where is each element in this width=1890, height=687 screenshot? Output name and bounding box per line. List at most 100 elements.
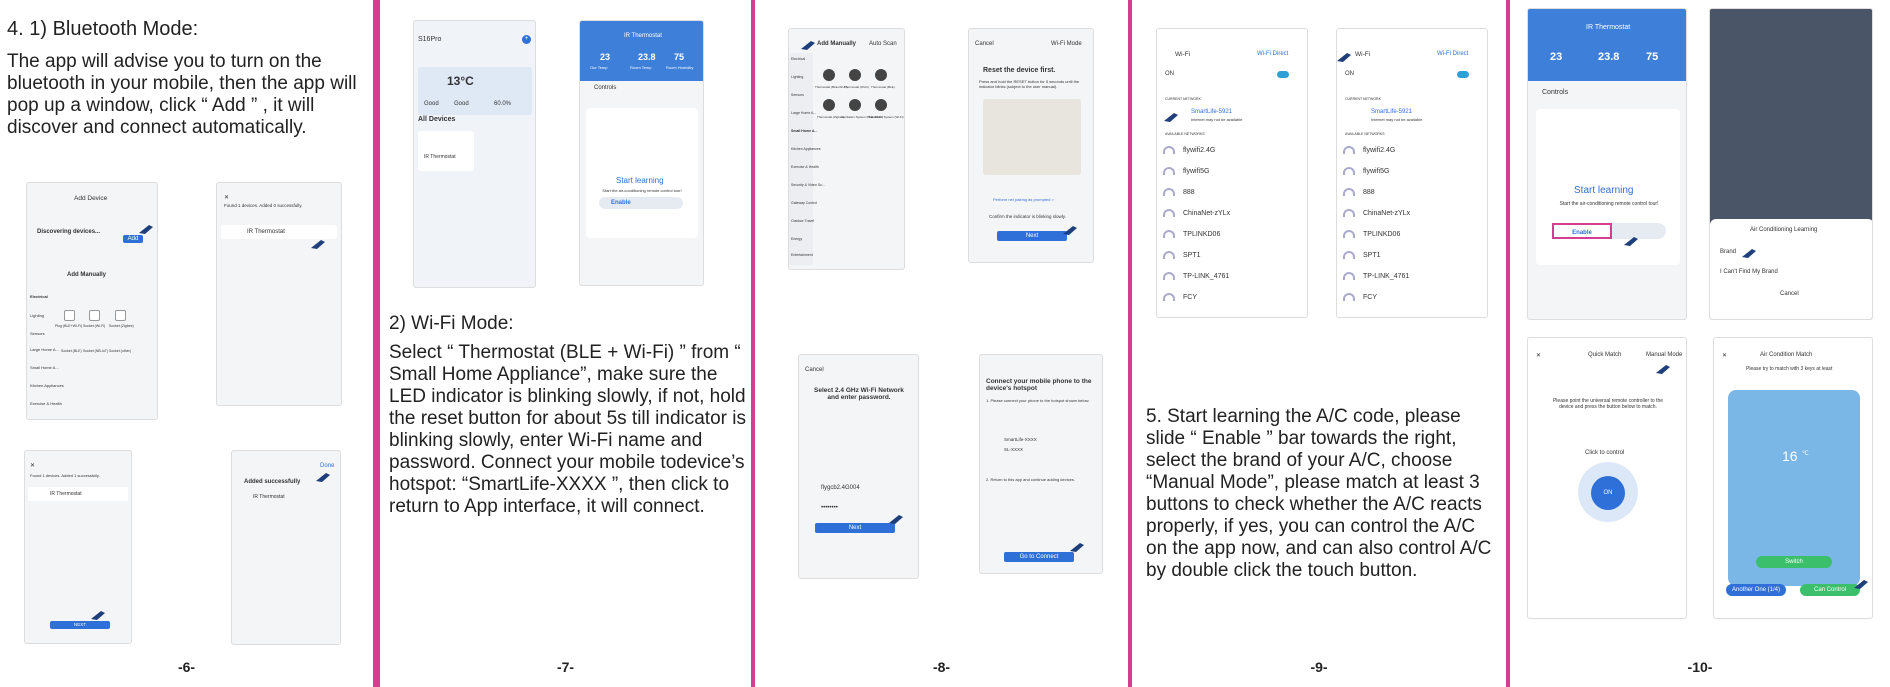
cat[interactable]: Kitchen Appliances	[30, 383, 64, 388]
pointer-hand-icon	[1656, 365, 1670, 374]
wifi-network[interactable]: flywifi2.4G	[1343, 146, 1395, 154]
hotspot-option[interactable]: SL-XXXX	[1004, 447, 1023, 452]
cat[interactable]: Energy	[791, 237, 802, 241]
tab-controls[interactable]: Controls	[1542, 89, 1568, 96]
device-label[interactable]: Socket (other)	[109, 349, 131, 353]
phone-thermostat: IR Thermostat 23 23.8 75 Our Temp Room T…	[579, 20, 704, 286]
add-button[interactable]: Add	[123, 235, 143, 243]
device-label[interactable]: Socket (Zigbee)	[109, 324, 134, 328]
device-label[interactable]: Socket (BLE)	[61, 349, 82, 353]
learning-card	[586, 108, 698, 238]
close-icon[interactable]: ✕	[1536, 352, 1541, 359]
cat[interactable]: Lighting	[30, 313, 44, 318]
all-devices[interactable]: All Devices	[418, 116, 455, 123]
cat[interactable]: Outdoor Travel	[791, 219, 814, 223]
close-icon[interactable]: ✕	[30, 462, 35, 469]
wifi-direct[interactable]: Wi-Fi Direct	[1257, 51, 1288, 57]
temp-val: 75	[1646, 51, 1659, 63]
pointer-hand-icon	[91, 611, 105, 620]
hint-link[interactable]: Perform net pairing as prompted >	[993, 197, 1054, 202]
user-name[interactable]: S16Pro	[418, 36, 441, 43]
toggle[interactable]	[1457, 71, 1469, 78]
wifi-network[interactable]: flywifi5G	[1343, 167, 1389, 175]
wifi-password[interactable]: ••••••••	[821, 505, 838, 511]
wifi-network[interactable]: FCY	[1343, 293, 1377, 301]
cancel-button[interactable]: Cancel	[975, 41, 994, 47]
screen-title: Add Manually	[817, 41, 857, 47]
wifi-network[interactable]: TP-LINK_4761	[1343, 272, 1409, 280]
device-label[interactable]: Socket (NB-IoT)	[83, 349, 108, 353]
cat[interactable]: Lighting	[791, 75, 803, 79]
cancel-button[interactable]: Cancel	[1780, 291, 1799, 297]
cat[interactable]: Electrical	[30, 294, 48, 299]
wifi-network[interactable]: ChinaNet-zYLx	[1163, 209, 1230, 217]
switch-button[interactable]: Switch	[1756, 556, 1832, 568]
close-icon[interactable]: ✕	[1722, 352, 1727, 359]
device-label[interactable]: Thermostat (BLE)	[871, 85, 895, 89]
wifi-network[interactable]: 888	[1163, 188, 1195, 196]
wifi-network[interactable]: TP-LINK_4761	[1163, 272, 1229, 280]
cat[interactable]: Sensors	[30, 331, 45, 336]
wifi-network[interactable]: ChinaNet-zYLx	[1343, 209, 1410, 217]
next-button[interactable]: Next	[815, 523, 895, 533]
enable-button[interactable]: Enable	[1552, 223, 1612, 239]
auto-scan[interactable]: Auto Scan	[869, 41, 897, 47]
thermostat-icon	[823, 99, 835, 111]
cat[interactable]: Kitchen Appliances	[791, 147, 821, 151]
phone-air-match: ✕ Air Condition Match Please try to matc…	[1713, 337, 1873, 619]
hotspot-option[interactable]: SmartLife-XXXX	[1004, 437, 1037, 442]
go-connect-button[interactable]: Go to Connect	[1004, 552, 1074, 562]
cat[interactable]: Small Home A...	[791, 129, 817, 133]
wifi-network[interactable]: TPLINKD06	[1163, 230, 1220, 238]
cat[interactable]: Sensors	[791, 93, 804, 97]
cat[interactable]: Security & Video Su...	[791, 183, 825, 187]
connected-network[interactable]: SmartLife-5921	[1371, 109, 1412, 115]
temp-label: Room Temp	[630, 65, 652, 70]
cancel-button[interactable]: Cancel	[805, 367, 824, 373]
manual-mode-button[interactable]: Manual Mode	[1646, 352, 1682, 358]
another-one-button[interactable]: Another One (1/4)	[1726, 584, 1786, 596]
confirm-checkbox[interactable]: Confirm the indicator is blinking slowly…	[989, 214, 1069, 219]
wifi-network[interactable]: flywifi2.4G	[1163, 146, 1215, 154]
wifi-network[interactable]: SPT1	[1343, 251, 1381, 259]
brand-option[interactable]: Brand	[1720, 249, 1736, 255]
wifi-ssid[interactable]: flygcb2.4G004	[821, 485, 860, 491]
cat[interactable]: Small Home A...	[30, 365, 59, 370]
add-icon[interactable]: +	[522, 35, 531, 44]
cat[interactable]: Large Home A...	[791, 111, 816, 115]
wifi-network[interactable]: TPLINKD06	[1343, 230, 1400, 238]
power-button[interactable]: ON	[1591, 476, 1625, 510]
close-icon[interactable]: ✕	[224, 194, 229, 201]
wifi-network[interactable]: flywifi5G	[1163, 167, 1209, 175]
connected-network[interactable]: SmartLife-5921	[1191, 109, 1232, 115]
device-card[interactable]	[418, 131, 474, 171]
cat[interactable]: Entertainment	[791, 253, 813, 257]
cat[interactable]: Large Home A...	[30, 347, 59, 352]
cat[interactable]: Exercise & Health	[791, 165, 819, 169]
toggle[interactable]	[1277, 71, 1289, 78]
cat[interactable]: Gateway Control	[791, 201, 817, 205]
done-button[interactable]: Done	[320, 463, 334, 469]
phone-wifi-list-1: Wi-Fi Wi-Fi Direct ON CURRENT NETWORK Sm…	[1156, 28, 1308, 318]
device-icon	[115, 310, 126, 321]
wifi-network[interactable]: 888	[1343, 188, 1375, 196]
next-button[interactable]: Next	[997, 231, 1067, 241]
device-label[interactable]: Thermostat (BLE+Wi-Fi)	[815, 85, 847, 89]
connected-sub: Internet may not be available	[1191, 117, 1243, 122]
wifi-direct[interactable]: Wi-Fi Direct	[1437, 51, 1468, 57]
mode-select[interactable]: Wi-Fi Mode	[1051, 41, 1082, 47]
wifi-network[interactable]: FCY	[1163, 293, 1197, 301]
page-9: Wi-Fi Wi-Fi Direct ON CURRENT NETWORK Sm…	[1132, 0, 1510, 687]
device-label[interactable]: Thermostat (Wi-Fi)	[844, 85, 869, 89]
device-label[interactable]: Plug (BLE+Wi-Fi)	[55, 324, 82, 328]
enable-label[interactable]: Enable	[611, 200, 631, 206]
cat[interactable]: Exercise & Health	[30, 401, 62, 406]
next-button[interactable]: NEXT	[50, 621, 110, 629]
device-label[interactable]: Ventilation System (Wi-Fi)	[869, 115, 904, 119]
device-label[interactable]: Socket (Wi-Fi)	[83, 324, 105, 328]
can-control-button[interactable]: Can Control	[1800, 584, 1860, 596]
wifi-network[interactable]: SPT1	[1163, 251, 1201, 259]
cant-find-option[interactable]: I Can't Find My Brand	[1720, 269, 1778, 275]
cat[interactable]: Electrical	[791, 57, 805, 61]
tab-controls[interactable]: Controls	[594, 85, 616, 91]
